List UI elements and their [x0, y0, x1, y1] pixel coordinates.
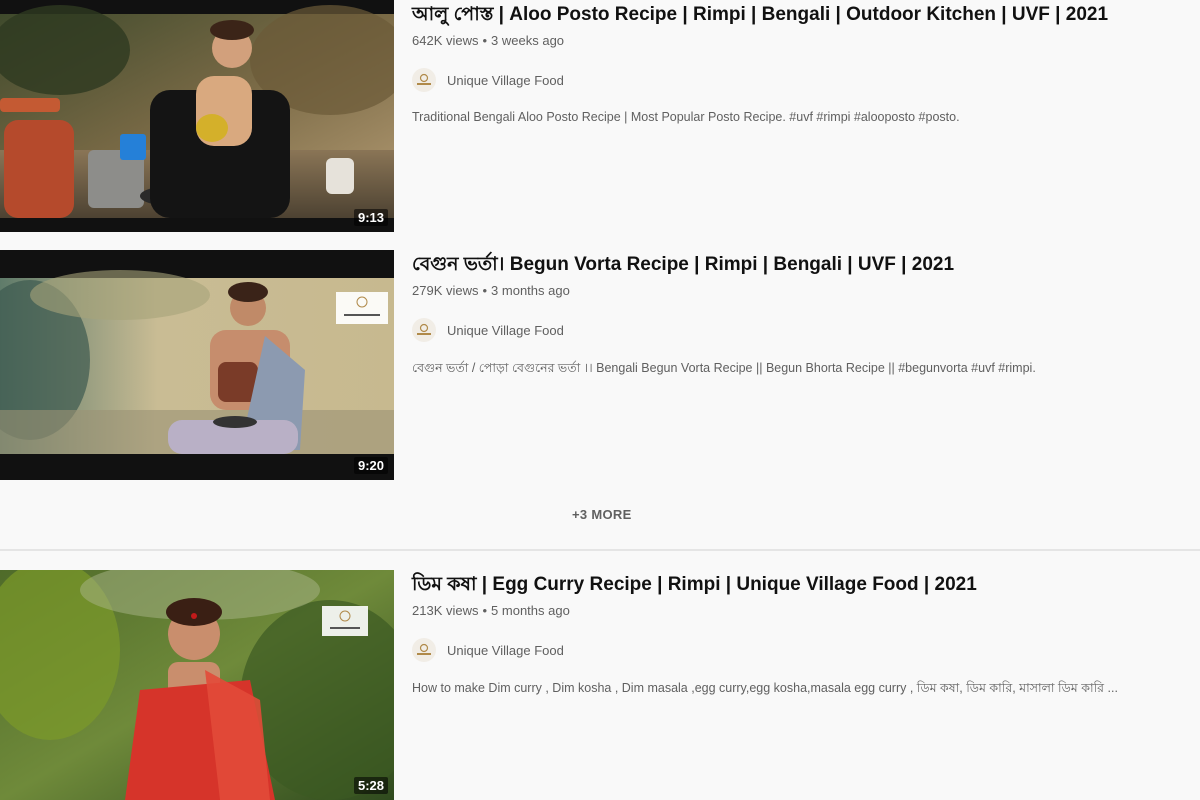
video-thumbnail-1[interactable]: 9:13 [0, 0, 394, 232]
upload-age: 3 weeks ago [491, 33, 565, 48]
video-description-3: How to make Dim curry , Dim kosha , Dim … [412, 681, 1118, 695]
video-meta-1: 642K views • 3 weeks ago [412, 32, 1192, 50]
thumbnail-image [0, 570, 394, 800]
channel-name[interactable]: Unique Village Food [447, 323, 564, 338]
view-count: 642K views [412, 33, 479, 48]
video-title-2[interactable]: বেগুন ভর্তা। Begun Vorta Recipe | Rimpi … [412, 252, 1192, 278]
channel-logo-icon[interactable] [412, 68, 436, 92]
view-count: 279K views [412, 283, 479, 298]
video-info-1: আলু পোস্ত | Aloo Posto Recipe | Rimpi | … [412, 2, 1192, 124]
video-result-3: 5:28 ডিম কষা | Egg Curry Recipe | Rimpi … [0, 570, 1200, 800]
meta-separator: • [482, 603, 488, 618]
show-more-button[interactable]: +3 MORE [572, 507, 632, 522]
channel-logo-icon[interactable] [412, 638, 436, 662]
search-results: 9:13 আলু পোস্ত | Aloo Posto Recipe | Rim… [0, 0, 1200, 800]
video-info-3: ডিম কষা | Egg Curry Recipe | Rimpi | Uni… [412, 572, 1192, 700]
video-thumbnail-3[interactable]: 5:28 [0, 570, 394, 800]
video-duration-2: 9:20 [353, 457, 388, 474]
video-thumbnail-2[interactable]: 9:20 [0, 250, 394, 480]
video-info-2: বেগুন ভর্তা। Begun Vorta Recipe | Rimpi … [412, 252, 1192, 380]
video-duration-1: 9:13 [353, 209, 388, 226]
channel-link-2[interactable]: Unique Village Food [412, 318, 1192, 342]
thumbnail-image [0, 250, 394, 480]
video-description-2: বেগুন ভর্তা / পোড়া বেগুনের ভর্তা ।। Ben… [412, 361, 1036, 375]
thumbnail-image [0, 0, 394, 232]
channel-name[interactable]: Unique Village Food [447, 73, 564, 88]
video-meta-3: 213K views • 5 months ago [412, 602, 1192, 620]
video-title-1[interactable]: আলু পোস্ত | Aloo Posto Recipe | Rimpi | … [412, 2, 1192, 28]
meta-separator: • [482, 33, 488, 48]
channel-logo-icon[interactable] [412, 318, 436, 342]
upload-age: 3 months ago [491, 283, 570, 298]
upload-age: 5 months ago [491, 603, 570, 618]
video-duration-3: 5:28 [353, 777, 388, 794]
video-description-1: Traditional Bengali Aloo Posto Recipe | … [412, 110, 960, 124]
view-count: 213K views [412, 603, 479, 618]
video-result-2: 9:20 বেগুন ভর্তা। Begun Vorta Recipe | R… [0, 250, 1200, 482]
channel-name[interactable]: Unique Village Food [447, 643, 564, 658]
video-result-1: 9:13 আলু পোস্ত | Aloo Posto Recipe | Rim… [0, 0, 1200, 240]
channel-link-1[interactable]: Unique Village Food [412, 68, 1192, 92]
section-divider [0, 549, 1200, 551]
video-title-3[interactable]: ডিম কষা | Egg Curry Recipe | Rimpi | Uni… [412, 572, 1192, 598]
channel-link-3[interactable]: Unique Village Food [412, 638, 1192, 662]
meta-separator: • [482, 283, 488, 298]
video-meta-2: 279K views • 3 months ago [412, 282, 1192, 300]
